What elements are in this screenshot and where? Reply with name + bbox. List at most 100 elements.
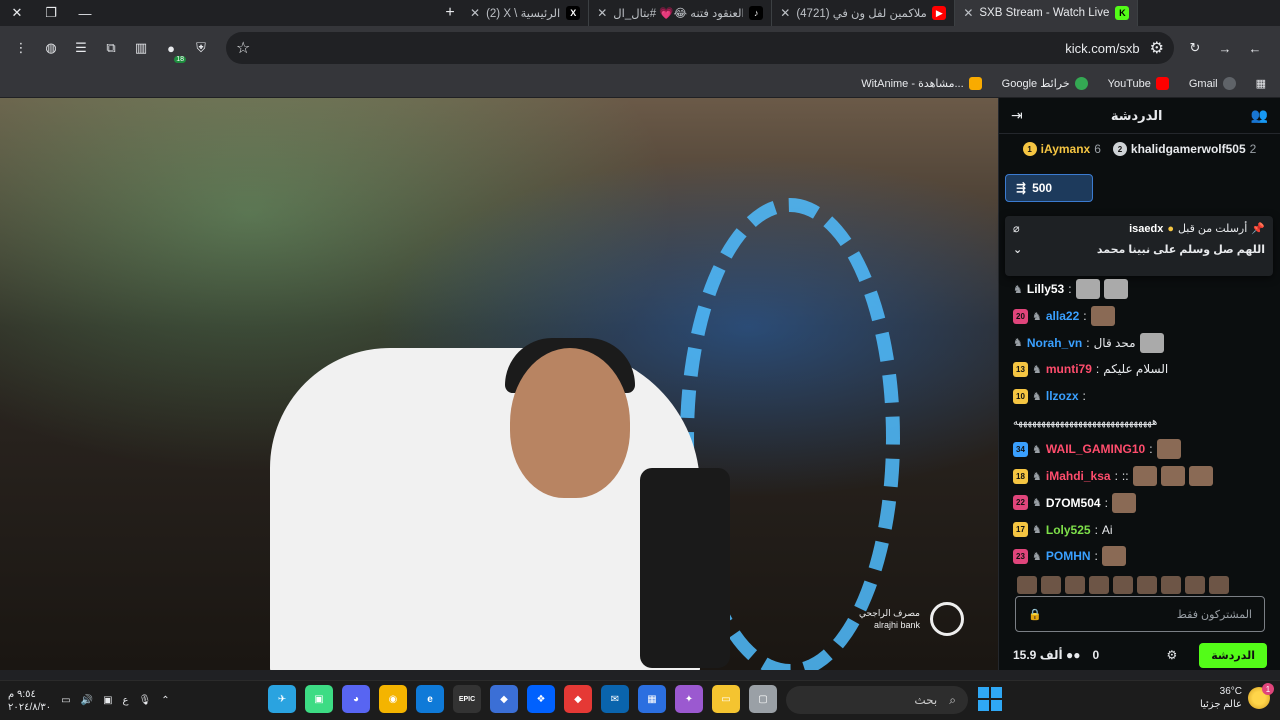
emote[interactable]	[1161, 575, 1181, 594]
kick-icon: K	[1115, 6, 1130, 20]
tab-x-home[interactable]: ✕ (2) X \ الرئيسية X	[462, 0, 590, 26]
chat-message[interactable]: 22 ♞ D7OM504:	[999, 490, 1280, 517]
video-player[interactable]: مصرف الراجحي alrajhi bank	[0, 98, 998, 670]
playlist-icon[interactable]: ☰	[68, 35, 94, 61]
chat-message[interactable]: 10 ♞ llzozx:	[999, 383, 1280, 410]
taskbar-search[interactable]: بحث ⌕	[786, 686, 968, 714]
bookmark-maps[interactable]: Google خرائط	[1002, 77, 1088, 90]
chat-username[interactable]: Loly525	[1046, 523, 1091, 537]
back-icon[interactable]: ←	[1242, 35, 1268, 61]
extension-icon[interactable]: ● 18	[158, 35, 186, 63]
discord-app-icon[interactable]: ◕	[342, 685, 370, 713]
app-icon[interactable]: ◆	[490, 685, 518, 713]
chevron-down-icon[interactable]: ⌄	[1013, 243, 1022, 256]
app-icon[interactable]: ◆	[564, 685, 592, 713]
chat-username[interactable]: iMahdi_ksa	[1046, 469, 1111, 483]
star-icon[interactable]: ☆	[236, 38, 250, 58]
extension-icon[interactable]: ◍	[38, 35, 64, 61]
close-tab-icon[interactable]: ✕	[963, 6, 973, 20]
chat-username[interactable]: alla22	[1046, 309, 1079, 323]
close-tab-icon[interactable]: ✕	[470, 6, 480, 20]
chat-username[interactable]: Norah_vn	[1027, 336, 1082, 350]
emote[interactable]	[1017, 575, 1037, 594]
volume-icon[interactable]: 🔊	[81, 695, 93, 706]
emote[interactable]	[1137, 575, 1157, 594]
tab-strip: ✕ ❐ — + ✕ (2) X \ الرئيسية X ✕ اخر العنق…	[0, 0, 1280, 26]
new-tab-button[interactable]: +	[438, 0, 462, 26]
chat-input[interactable]: المشتركون فقط 🔒	[1015, 596, 1265, 632]
forward-icon[interactable]: →	[1212, 35, 1238, 61]
address-bar[interactable]: ☆ kick.com/sxb ⚙	[226, 32, 1174, 64]
chat-message[interactable]: 18 ♞ iMahdi_ksa: ::	[999, 463, 1280, 490]
gift-icon: ⇶	[1016, 181, 1027, 195]
chat-message[interactable]: 23 ♞ POMHN:	[999, 543, 1280, 570]
chat-message[interactable]: 34 ♞ WAIL_GAMING10:	[999, 436, 1280, 463]
chat-message[interactable]: 20 ♞ alla22:	[999, 303, 1280, 330]
tab-tiktok[interactable]: ✕ اخر العنقود فتنه 😂💗 #بتال_ال ♪	[589, 0, 773, 26]
battery-icon[interactable]: ▭	[61, 695, 70, 706]
chevron-up-icon[interactable]: ⌃	[161, 695, 169, 706]
leader-item[interactable]: 1 iAymanx 6	[1022, 142, 1101, 156]
gear-icon[interactable]: ⚙	[1167, 648, 1178, 662]
outlook-app-icon[interactable]: ✉	[601, 685, 629, 713]
bookmark-gmail[interactable]: Gmail	[1189, 77, 1236, 90]
restore-window-button[interactable]: ❐	[34, 0, 68, 26]
chat-username[interactable]: llzozx	[1046, 389, 1079, 403]
start-menu-icon[interactable]	[978, 687, 1002, 711]
chat-username[interactable]: POMHN	[1046, 549, 1091, 563]
store-app-icon[interactable]: ▦	[638, 685, 666, 713]
chat-message[interactable]: 13 ♞ munti79: السلام عليكم	[999, 356, 1280, 383]
app-icon[interactable]: ▣	[305, 685, 333, 713]
chat-username[interactable]: WAIL_GAMING10	[1046, 442, 1145, 456]
chat-message[interactable]: 17 ♞ Loly525: Ai	[999, 516, 1280, 543]
chat-username[interactable]: Lilly53	[1027, 282, 1064, 296]
language-indicator[interactable]: ع	[123, 695, 129, 706]
gift-sub-banner[interactable]: ⇶ 500	[1005, 174, 1093, 202]
close-window-button[interactable]: ✕	[0, 0, 34, 26]
close-tab-icon[interactable]: ✕	[597, 6, 607, 20]
network-icon[interactable]: ▣	[103, 695, 112, 706]
pinned-message[interactable]: 📌 أرسلت من قبل ● isaedx ⌀ اللهم صل وسلم على…	[1005, 216, 1273, 276]
chat-username[interactable]: munti79	[1046, 362, 1092, 376]
emote[interactable]	[1185, 575, 1205, 594]
close-tab-icon[interactable]: ✕	[780, 6, 790, 20]
microphone-icon[interactable]: 🎙	[138, 695, 151, 706]
bookmark-youtube[interactable]: YouTube	[1108, 77, 1169, 90]
chat-send-button[interactable]: الدردشة	[1199, 642, 1267, 668]
telegram-app-icon[interactable]: ✈	[268, 685, 296, 713]
puzzle-icon[interactable]: ⧉	[98, 35, 124, 61]
leader-item[interactable]: 2 khalidgamerwolf505 2	[1112, 142, 1256, 156]
chat-message[interactable]: ♞ Norah_vn: محد قال	[999, 329, 1280, 356]
shield-icon[interactable]: ⛨	[188, 35, 214, 61]
emote[interactable]	[1209, 575, 1229, 594]
epic-games-app-icon[interactable]: EPIC	[453, 685, 481, 713]
tab-youtube[interactable]: ✕ (4721) ملاكمين لفل ون في IQB ▶	[772, 0, 956, 26]
bookmark-witanime[interactable]: WitAnime - مشاهدة...	[861, 77, 982, 90]
menu-icon[interactable]: ⋮	[8, 35, 34, 61]
bot-icon: ♞	[1032, 390, 1042, 403]
clock[interactable]: ٩:٥٤ م ٢٠٢٤/٨/٣٠	[8, 688, 51, 714]
chrome-app-icon[interactable]: ◉	[379, 685, 407, 713]
emote[interactable]	[1113, 575, 1133, 594]
site-settings-icon[interactable]: ⚙	[1150, 38, 1164, 58]
emote[interactable]	[1041, 575, 1061, 594]
extension-icon[interactable]: ▥	[128, 35, 154, 61]
copilot-app-icon[interactable]: ✦	[675, 685, 703, 713]
reload-icon[interactable]: ↻	[1182, 35, 1208, 61]
emote[interactable]	[1065, 575, 1085, 594]
edge-app-icon[interactable]: e	[416, 685, 444, 713]
weather-widget[interactable]: 36°C عالم جزئيا 1	[1200, 683, 1274, 711]
dropbox-app-icon[interactable]: ❖	[527, 685, 555, 713]
pinned-by-text: أرسلت من قبل	[1177, 223, 1248, 235]
minimize-window-button[interactable]: —	[68, 0, 102, 26]
unpin-icon[interactable]: ⌀	[1013, 222, 1020, 235]
app-icon[interactable]: ▢	[749, 685, 777, 713]
collapse-chat-icon[interactable]: ⇥	[1011, 107, 1023, 124]
tab-kick[interactable]: ✕ SXB Stream - Watch Live on K	[955, 0, 1139, 26]
file-explorer-app-icon[interactable]: ▭	[712, 685, 740, 713]
chat-message[interactable]: ♞ Lilly53:	[999, 276, 1280, 303]
chat-username[interactable]: D7OM504	[1046, 496, 1101, 510]
emote[interactable]	[1089, 575, 1109, 594]
apps-grid-icon[interactable]: ▦	[1256, 77, 1266, 90]
users-icon[interactable]: 👥	[1251, 107, 1268, 124]
